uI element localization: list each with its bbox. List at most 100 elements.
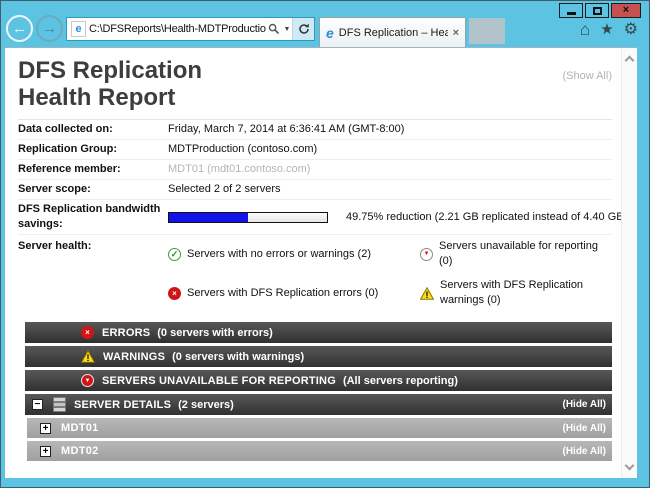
back-button[interactable]: ← <box>6 15 33 42</box>
bandwidth-progress-bar <box>168 212 328 223</box>
field-label: Data collected on: <box>18 122 168 137</box>
settings-gear-icon[interactable]: ⚙ <box>624 22 638 38</box>
svg-text:!: ! <box>87 353 90 363</box>
report-page: DFS Replication Health Report (Show All)… <box>5 48 621 478</box>
field-label: Server scope: <box>18 182 168 197</box>
error-cross-icon: × <box>168 287 181 300</box>
scroll-down-icon[interactable] <box>625 461 635 471</box>
warning-triangle-icon: ! <box>81 350 95 363</box>
field-label: Replication Group: <box>18 142 168 157</box>
page-title-line1: DFS Replication <box>18 57 202 84</box>
health-item-text: Servers unavailable for reporting (0) <box>439 239 612 269</box>
server-name: MDT02 <box>61 445 99 457</box>
field-value: MDTProduction (contoso.com) <box>168 142 612 157</box>
section-errors[interactable]: × ERRORS (0 servers with errors) <box>25 322 612 343</box>
bandwidth-caption: 49.75% reduction (2.21 GB replicated ins… <box>346 210 621 225</box>
expand-plus-icon[interactable]: + <box>40 423 51 434</box>
health-item-unavailable: ▼ Servers unavailable for reporting (0) <box>420 239 612 269</box>
refresh-icon[interactable] <box>292 18 314 40</box>
minimize-button[interactable] <box>559 3 583 18</box>
server-name: MDT01 <box>61 422 99 434</box>
hide-all-link[interactable]: (Hide All) <box>562 446 606 457</box>
tab-title: DFS Replication – Health Re... <box>339 27 448 39</box>
window-controls: × <box>559 3 641 18</box>
report-header: DFS Replication Health Report (Show All) <box>18 57 612 111</box>
section-title: ERRORS <box>102 327 150 339</box>
expand-plus-icon[interactable]: + <box>40 446 51 457</box>
warning-triangle-icon: ! <box>420 287 434 300</box>
server-stack-icon <box>53 397 66 412</box>
section-subtitle: (2 servers) <box>178 399 234 411</box>
field-row-server-scope: Server scope: Selected 2 of 2 servers <box>18 180 612 200</box>
browser-window: × ← → e C:\DFSReports\Health-MDTProducti… <box>0 0 650 488</box>
forward-button[interactable]: → <box>36 15 63 42</box>
field-row-reference-member: Reference member: MDT01 (mdt01.contoso.c… <box>18 160 612 180</box>
tab-close-icon[interactable]: × <box>453 27 459 39</box>
hide-all-link[interactable]: (Hide All) <box>562 423 606 434</box>
health-item-text: Servers with no errors or warnings (2) <box>187 247 371 262</box>
health-item-text: Servers with DFS Replication warnings (0… <box>440 278 612 308</box>
report-summary-table: Data collected on: Friday, March 7, 2014… <box>18 119 612 316</box>
maximize-button[interactable] <box>585 3 609 18</box>
section-server-details[interactable]: − SERVER DETAILS (2 servers) (Hide All) <box>25 394 612 415</box>
health-item-errors: × Servers with DFS Replication errors (0… <box>168 278 420 308</box>
section-subtitle: (All servers reporting) <box>343 375 458 387</box>
health-item-text: Servers with DFS Replication errors (0) <box>187 286 378 301</box>
svg-text:!: ! <box>426 290 429 300</box>
section-warnings[interactable]: ! WARNINGS (0 servers with warnings) <box>25 346 612 367</box>
section-title: WARNINGS <box>103 351 165 363</box>
browser-toolbar-icons: ⌂ ★ ⚙ <box>580 21 638 38</box>
bandwidth-progress-fill <box>169 213 248 222</box>
field-label: Server health: <box>18 239 168 308</box>
field-value: Friday, March 7, 2014 at 6:36:41 AM (GMT… <box>168 122 612 137</box>
address-url[interactable]: C:\DFSReports\Health-MDTProduction-07Ma <box>89 23 266 35</box>
section-servers-unavailable[interactable]: ▼ SERVERS UNAVAILABLE FOR REPORTING (All… <box>25 370 612 391</box>
field-label: Reference member: <box>18 162 168 177</box>
back-arrow-icon: ← <box>12 20 27 37</box>
vertical-scrollbar[interactable] <box>621 48 637 478</box>
close-icon: × <box>623 5 629 16</box>
ie-logo-icon: e <box>326 25 334 41</box>
report-sections: × ERRORS (0 servers with errors) ! WARNI… <box>25 322 612 461</box>
field-row-data-collected: Data collected on: Friday, March 7, 2014… <box>18 120 612 140</box>
server-health-grid: ✓ Servers with no errors or warnings (2)… <box>168 239 612 308</box>
search-icon[interactable] <box>266 23 282 35</box>
section-title: SERVER DETAILS <box>74 399 171 411</box>
section-subtitle: (0 servers with errors) <box>157 327 273 339</box>
browser-tab[interactable]: e DFS Replication – Health Re... × <box>319 17 466 47</box>
close-button[interactable]: × <box>611 3 641 18</box>
ie-page-icon: e <box>71 21 86 37</box>
server-row-mdt01[interactable]: + MDT01 (Hide All) <box>27 418 612 438</box>
field-value: Selected 2 of 2 servers <box>168 182 612 197</box>
health-item-no-errors: ✓ Servers with no errors or warnings (2) <box>168 239 420 269</box>
address-bar[interactable]: e C:\DFSReports\Health-MDTProduction-07M… <box>66 17 315 41</box>
field-row-bandwidth-savings: DFS Replication bandwidth savings: 49.75… <box>18 200 612 235</box>
address-dropdown-icon[interactable]: ▼ <box>282 26 292 33</box>
field-label: DFS Replication bandwidth savings: <box>18 202 168 232</box>
home-icon[interactable]: ⌂ <box>580 21 590 38</box>
section-subtitle: (0 servers with warnings) <box>172 351 304 363</box>
show-all-link[interactable]: (Show All) <box>562 70 612 111</box>
health-item-warnings: ! Servers with DFS Replication warnings … <box>420 278 612 308</box>
new-tab-button[interactable] <box>469 18 505 44</box>
minimize-icon <box>567 12 576 15</box>
ok-check-icon: ✓ <box>168 248 181 261</box>
error-cross-icon: × <box>81 326 94 339</box>
unavailable-down-arrow-icon: ▼ <box>81 374 94 387</box>
bandwidth-value: 49.75% reduction (2.21 GB replicated ins… <box>168 202 621 232</box>
section-title: SERVERS UNAVAILABLE FOR REPORTING <box>102 375 336 387</box>
unavailable-down-arrow-icon: ▼ <box>420 248 433 261</box>
field-value: MDT01 (mdt01.contoso.com) <box>168 162 612 177</box>
page-title: DFS Replication Health Report <box>18 57 202 111</box>
scroll-up-icon[interactable] <box>625 56 635 66</box>
collapse-minus-icon[interactable]: − <box>32 399 43 410</box>
hide-all-link[interactable]: (Hide All) <box>562 399 606 410</box>
forward-arrow-icon: → <box>42 20 57 37</box>
field-row-server-health: Server health: ✓ Servers with no errors … <box>18 235 612 316</box>
page-title-line2: Health Report <box>18 84 202 111</box>
maximize-icon <box>593 7 602 15</box>
page-content: DFS Replication Health Report (Show All)… <box>5 47 637 478</box>
field-row-replication-group: Replication Group: MDTProduction (contos… <box>18 140 612 160</box>
server-row-mdt02[interactable]: + MDT02 (Hide All) <box>27 441 612 461</box>
favorites-star-icon[interactable]: ★ <box>600 22 613 37</box>
